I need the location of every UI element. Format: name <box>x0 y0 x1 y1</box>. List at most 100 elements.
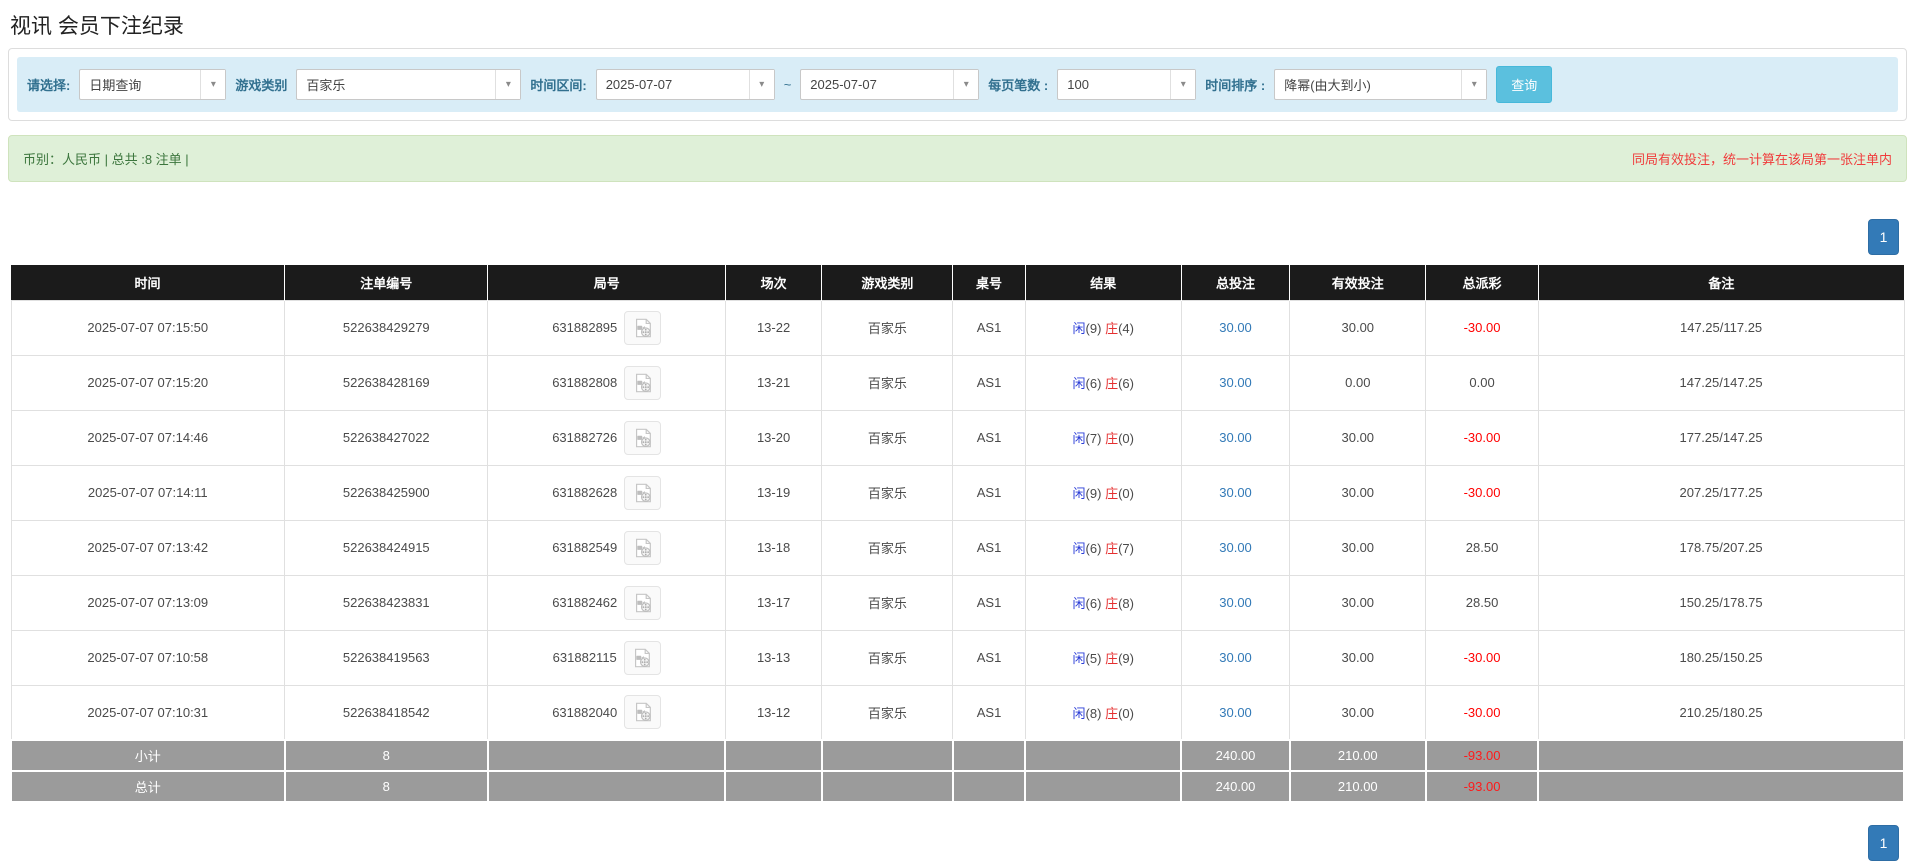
time-sort-dropdown[interactable]: 降幂(由大到小) ▾ <box>1274 69 1488 100</box>
total-row: 总计 8 240.00 210.00 -93.00 <box>10 770 1905 803</box>
result-player-label: 闲 <box>1072 486 1086 501</box>
result-player-score: (9) <box>1085 486 1102 501</box>
cell-payout: 0.00 <box>1425 354 1539 411</box>
cell-remark: 147.25/117.25 <box>1537 299 1905 356</box>
cell-payout: 28.50 <box>1425 574 1539 631</box>
date-from-dropdown[interactable]: 2025-07-07 ▾ <box>595 69 775 100</box>
col-header-result: 结果 <box>1024 265 1182 300</box>
video-replay-button[interactable] <box>624 530 662 565</box>
page-1-button[interactable]: 1 <box>1868 825 1899 861</box>
query-mode-value[interactable]: 日期查询 <box>80 70 200 99</box>
round-number: 631882040 <box>552 704 618 720</box>
cell-time: 2025-07-07 07:13:42 <box>10 519 286 576</box>
cell-remark: 210.25/180.25 <box>1537 684 1905 741</box>
cell-table-no: AS1 <box>952 574 1026 631</box>
cell-result: 闲(7) 庄(0) <box>1024 409 1182 466</box>
video-replay-button[interactable] <box>623 640 661 675</box>
cell-game-type: 百家乐 <box>821 299 954 356</box>
video-replay-button[interactable] <box>624 310 662 345</box>
date-to-dropdown[interactable]: 2025-07-07 ▾ <box>800 69 980 100</box>
video-file-icon <box>635 702 651 722</box>
cell-remark: 177.25/147.25 <box>1537 409 1905 466</box>
total-bet-link[interactable]: 30.00 <box>1219 375 1252 390</box>
result-player-label: 闲 <box>1072 431 1086 446</box>
cell-session: 13-19 <box>724 464 823 521</box>
currency-total-text: 币别：人民币 | 总共 :8 注单 | <box>23 152 189 167</box>
chevron-down-icon[interactable]: ▾ <box>748 70 774 99</box>
result-banker-label: 庄 <box>1105 651 1119 666</box>
subtotal-empty-cell <box>724 739 823 772</box>
chevron-down-icon[interactable]: ▾ <box>200 70 226 99</box>
cell-result: 闲(9) 庄(0) <box>1024 464 1182 521</box>
chevron-down-icon[interactable]: ▾ <box>953 70 979 99</box>
video-file-icon <box>635 648 651 667</box>
total-total-bet: 240.00 <box>1180 770 1291 803</box>
query-mode-dropdown[interactable]: 日期查询 ▾ <box>79 69 227 100</box>
result-banker-label: 庄 <box>1105 431 1119 446</box>
cell-payout: -30.00 <box>1425 464 1539 521</box>
total-bet-link[interactable]: 30.00 <box>1219 320 1252 335</box>
video-file-icon <box>635 373 651 392</box>
video-replay-button[interactable] <box>624 475 662 510</box>
video-file-icon <box>635 318 651 337</box>
total-empty-cell <box>1537 770 1905 803</box>
cell-remark: 150.25/178.75 <box>1537 574 1905 631</box>
round-number: 631882628 <box>552 485 618 500</box>
subtotal-empty-cell <box>1537 739 1905 772</box>
total-bet-link[interactable]: 30.00 <box>1219 650 1252 665</box>
total-bet-link[interactable]: 30.00 <box>1219 705 1252 720</box>
cell-game-type: 百家乐 <box>821 574 954 631</box>
chevron-down-icon[interactable]: ▾ <box>1170 70 1196 99</box>
cell-table-no: AS1 <box>952 519 1026 576</box>
cell-table-no: AS1 <box>952 409 1026 466</box>
date-to-value[interactable]: 2025-07-07 <box>801 70 953 99</box>
chevron-down-icon[interactable]: ▾ <box>495 70 521 99</box>
time-sort-value[interactable]: 降幂(由大到小) <box>1275 70 1461 99</box>
cell-table-no: AS1 <box>952 684 1026 741</box>
total-bet-link[interactable]: 30.00 <box>1219 485 1252 500</box>
cell-round-id: 631882549 <box>487 519 726 576</box>
cell-payout: -30.00 <box>1425 299 1539 356</box>
game-type-dropdown[interactable]: 百家乐 ▾ <box>296 69 522 100</box>
subtotal-empty-cell <box>1024 739 1183 772</box>
video-replay-button[interactable] <box>624 695 662 730</box>
video-replay-button[interactable] <box>624 585 662 620</box>
cell-time: 2025-07-07 07:14:11 <box>10 464 286 521</box>
table-row: 2025-07-07 07:14:46 522638427022 6318827… <box>10 409 1905 466</box>
round-number: 631882895 <box>552 320 618 335</box>
total-bet-link[interactable]: 30.00 <box>1219 540 1252 555</box>
result-banker-label: 庄 <box>1105 705 1119 721</box>
result-banker-score: (8) <box>1118 596 1134 611</box>
cell-round-id: 631882808 <box>487 354 726 411</box>
game-type-value[interactable]: 百家乐 <box>297 70 495 99</box>
table-header-row: 时间 注单编号 局号 场次 游戏类别 桌号 结果 总投注 有效投注 总派彩 备注 <box>11 265 1904 300</box>
subtotal-empty-cell <box>486 739 727 772</box>
subtotal-valid-bet: 210.00 <box>1288 739 1427 772</box>
cell-session: 13-12 <box>724 684 823 741</box>
result-banker-score: (9) <box>1118 651 1134 666</box>
cell-remark: 178.75/207.25 <box>1537 519 1905 576</box>
date-from-value[interactable]: 2025-07-07 <box>597 70 749 99</box>
video-replay-button[interactable] <box>624 420 662 455</box>
cell-round-id: 631882115 <box>487 629 726 686</box>
total-bet-link[interactable]: 30.00 <box>1219 430 1252 445</box>
page-size-value[interactable]: 100 <box>1058 70 1170 99</box>
cell-time: 2025-07-07 07:15:50 <box>10 299 286 356</box>
video-replay-button[interactable] <box>624 365 662 400</box>
subtotal-label: 小计 <box>10 739 286 772</box>
result-banker-label: 庄 <box>1105 541 1119 556</box>
select-mode-label: 请选择: <box>27 78 71 93</box>
page-1-button[interactable]: 1 <box>1868 219 1899 255</box>
search-button[interactable]: 查询 <box>1496 66 1553 103</box>
cell-valid-bet: 30.00 <box>1289 299 1427 356</box>
filter-panel: 请选择: 日期查询 ▾ 游戏类别 百家乐 ▾ 时间区间: 2025-07-07 … <box>8 48 1907 121</box>
cell-round-id: 631882628 <box>487 464 726 521</box>
total-empty-cell <box>820 770 954 803</box>
page-size-dropdown[interactable]: 100 ▾ <box>1057 69 1197 100</box>
cell-session: 13-20 <box>724 409 823 466</box>
col-header-game-type: 游戏类别 <box>821 265 953 300</box>
result-banker-score: (0) <box>1118 486 1134 501</box>
total-label: 总计 <box>10 770 286 803</box>
chevron-down-icon[interactable]: ▾ <box>1461 70 1487 99</box>
total-bet-link[interactable]: 30.00 <box>1219 595 1252 610</box>
